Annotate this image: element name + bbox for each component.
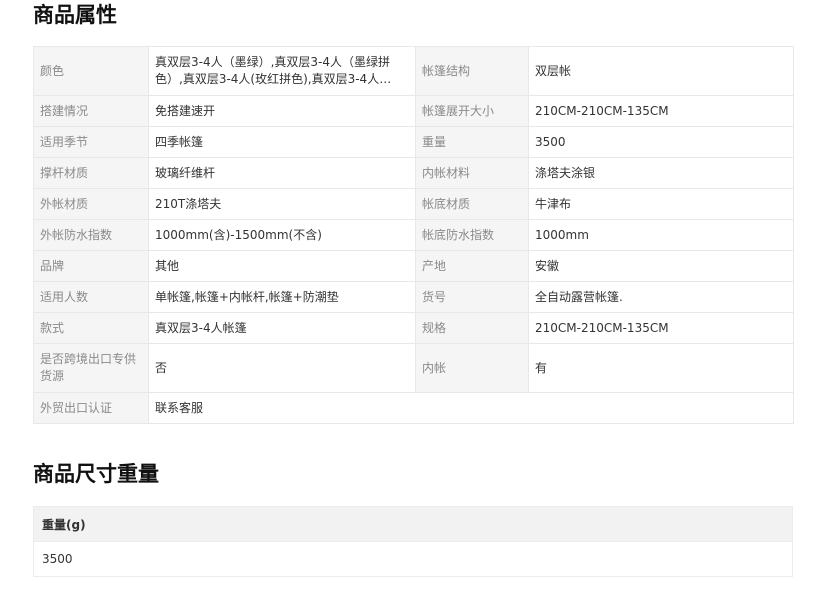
table-row: 是否跨境出口专供货源 否 内帐 有: [33, 343, 794, 393]
attr-key: 搭建情况: [33, 95, 149, 127]
attr-value: 其他: [148, 250, 416, 282]
attr-value: 1000mm: [528, 219, 794, 251]
attr-value: 联系客服: [148, 392, 794, 424]
attr-value: 210T涤塔夫: [148, 188, 416, 220]
attr-key: 适用季节: [33, 126, 149, 158]
attr-value: 玻璃纤维杆: [148, 157, 416, 189]
column-header-weight: 重量(g): [33, 506, 793, 542]
table-row: 外帐材质 210T涤塔夫 帐底材质 牛津布: [33, 188, 794, 220]
attr-value: 免搭建速开: [148, 95, 416, 127]
attr-value: 3500: [528, 126, 794, 158]
attr-value: 210CM-210CM-135CM: [528, 95, 794, 127]
attr-value: 四季帐篷: [148, 126, 416, 158]
attr-value-text: 真双层3-4人（墨绿）,真双层3-4人（墨绿拼色）,真双层3-4人(玫红拼色),…: [155, 55, 391, 86]
weight-value: 3500: [33, 541, 793, 577]
table-row: 颜色 真双层3-4人（墨绿）,真双层3-4人（墨绿拼色）,真双层3-4人(玫红拼…: [33, 46, 794, 96]
size-weight-table: 重量(g) 3500: [33, 506, 793, 577]
table-row: 撑杆材质 玻璃纤维杆 内帐材料 涤塔夫涂银: [33, 157, 794, 189]
attr-key: 内帐: [415, 343, 529, 393]
attr-value: 真双层3-4人（墨绿）,真双层3-4人（墨绿拼色）,真双层3-4人(玫红拼色),…: [148, 46, 416, 96]
attr-value: 安徽: [528, 250, 794, 282]
attr-value: 双层帐: [528, 46, 794, 96]
table-row: 搭建情况 免搭建速开 帐篷展开大小 210CM-210CM-135CM: [33, 95, 794, 127]
attr-key: 外贸出口认证: [33, 392, 149, 424]
attr-key: 帐底防水指数: [415, 219, 529, 251]
attr-key: 规格: [415, 312, 529, 344]
table-row: 3500: [33, 541, 793, 577]
table-row: 外帐防水指数 1000mm(含)-1500mm(不含) 帐底防水指数 1000m…: [33, 219, 794, 251]
attr-key: 产地: [415, 250, 529, 282]
attr-key: 是否跨境出口专供货源: [33, 343, 149, 393]
attr-value: 有: [528, 343, 794, 393]
section-title-attributes: 商品属性: [33, 3, 117, 27]
attr-value: 1000mm(含)-1500mm(不含): [148, 219, 416, 251]
attr-value: 涤塔夫涂银: [528, 157, 794, 189]
attr-value: 真双层3-4人帐篷: [148, 312, 416, 344]
attr-key: 外帐防水指数: [33, 219, 149, 251]
attr-key: 货号: [415, 281, 529, 313]
attr-key: 品牌: [33, 250, 149, 282]
attr-key: 颜色: [33, 46, 149, 96]
attr-key: 适用人数: [33, 281, 149, 313]
table-row: 适用人数 单帐篷,帐篷+内帐杆,帐篷+防潮垫 货号 全自动露营帐篷.: [33, 281, 794, 313]
attributes-table: 颜色 真双层3-4人（墨绿）,真双层3-4人（墨绿拼色）,真双层3-4人(玫红拼…: [33, 46, 794, 424]
attr-value: 210CM-210CM-135CM: [528, 312, 794, 344]
attr-value: 否: [148, 343, 416, 393]
table-row: 品牌 其他 产地 安徽: [33, 250, 794, 282]
table-header-row: 重量(g): [33, 506, 793, 542]
table-row: 适用季节 四季帐篷 重量 3500: [33, 126, 794, 158]
table-row: 款式 真双层3-4人帐篷 规格 210CM-210CM-135CM: [33, 312, 794, 344]
attr-key: 外帐材质: [33, 188, 149, 220]
attr-value: 全自动露营帐篷.: [528, 281, 794, 313]
attr-key: 撑杆材质: [33, 157, 149, 189]
table-row: 外贸出口认证 联系客服: [33, 392, 794, 424]
attr-key: 帐篷结构: [415, 46, 529, 96]
attr-key: 帐底材质: [415, 188, 529, 220]
attr-key: 重量: [415, 126, 529, 158]
attr-key: 帐篷展开大小: [415, 95, 529, 127]
attr-key: 款式: [33, 312, 149, 344]
section-title-size-weight: 商品尺寸重量: [33, 462, 159, 486]
attr-value: 牛津布: [528, 188, 794, 220]
attr-value: 单帐篷,帐篷+内帐杆,帐篷+防潮垫: [148, 281, 416, 313]
attr-key: 内帐材料: [415, 157, 529, 189]
